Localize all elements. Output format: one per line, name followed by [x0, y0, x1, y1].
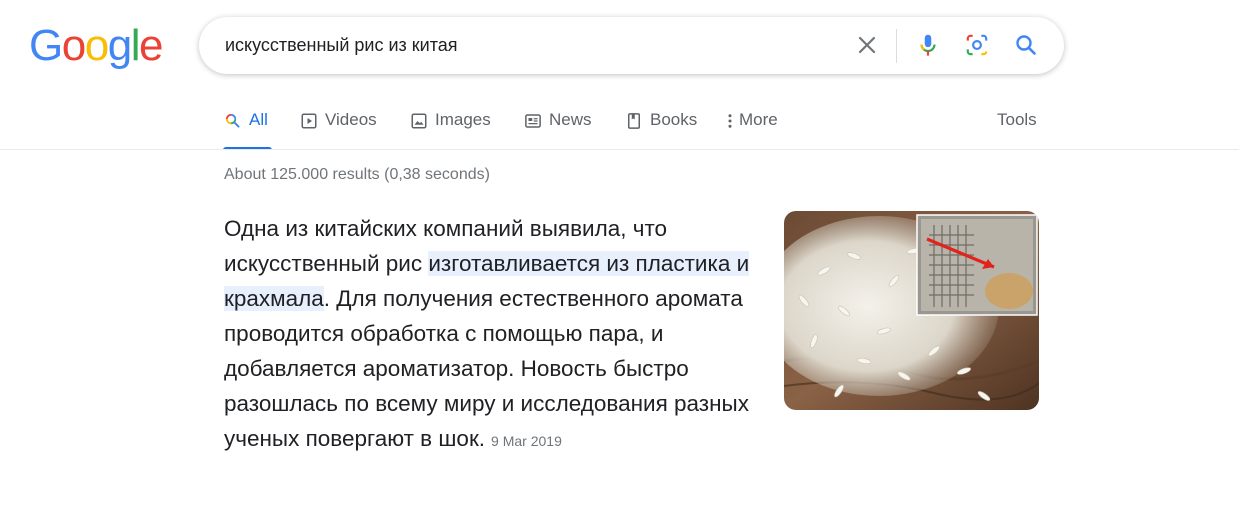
- lens-search-button[interactable]: [959, 27, 995, 63]
- tab-news[interactable]: News: [523, 110, 592, 150]
- tab-images[interactable]: Images: [409, 110, 491, 150]
- result-stats: About 125.000 results (0,38 seconds): [224, 166, 490, 183]
- logo-letter: l: [130, 21, 141, 70]
- video-icon: [299, 111, 318, 130]
- search-icon: [223, 111, 242, 130]
- tab-label: Videos: [325, 110, 377, 129]
- tab-label: Books: [650, 110, 698, 129]
- featured-snippet-text: Одна из китайских компаний выявила, что …: [224, 211, 764, 459]
- logo-letter: o: [84, 21, 109, 70]
- close-icon: [858, 36, 876, 54]
- search-icon: [1016, 35, 1036, 55]
- tab-label: More: [739, 110, 778, 129]
- tools-button[interactable]: Tools: [997, 110, 1037, 130]
- tab-all[interactable]: All: [223, 110, 272, 150]
- mic-icon: [920, 34, 936, 56]
- rice-photo: [784, 211, 1039, 410]
- tab-more[interactable]: More: [726, 110, 778, 150]
- logo-letter: G: [29, 21, 63, 70]
- lens-icon: [966, 34, 988, 56]
- search-submit-button[interactable]: [1008, 27, 1044, 63]
- tab-label: Images: [435, 110, 491, 129]
- clear-button[interactable]: [849, 27, 885, 63]
- tab-books[interactable]: Books: [624, 110, 697, 150]
- tab-label: All: [249, 110, 268, 129]
- book-icon: [624, 111, 643, 130]
- tab-videos[interactable]: Videos: [299, 110, 377, 150]
- logo-letter: o: [61, 21, 86, 70]
- more-vert-icon: [726, 111, 734, 130]
- google-logo[interactable]: Google: [29, 21, 163, 70]
- search-input[interactable]: [225, 30, 845, 60]
- logo-letter: e: [138, 21, 163, 70]
- voice-search-button[interactable]: [910, 27, 946, 63]
- search-divider: [896, 29, 897, 63]
- search-box: [199, 17, 1064, 74]
- snippet-date: 9 Mar 2019: [491, 433, 562, 449]
- snippet-image[interactable]: [784, 211, 1039, 410]
- news-icon: [523, 111, 542, 130]
- image-icon: [409, 111, 428, 130]
- tab-label: News: [549, 110, 592, 129]
- logo-letter: g: [107, 21, 132, 70]
- header-divider: [0, 149, 1239, 150]
